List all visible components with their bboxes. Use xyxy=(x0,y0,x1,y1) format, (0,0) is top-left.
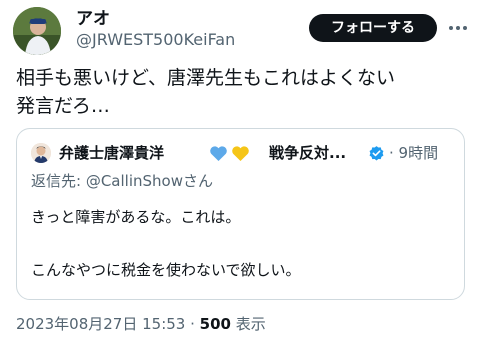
yellow-heart-icon xyxy=(232,146,249,162)
tweet-meta: 2023年08月27日 15:53 · 500 表示 xyxy=(16,314,266,334)
quoted-text-line-2: こんなやつに税金を使わないで欲しい。 xyxy=(31,261,301,279)
views-count: 500 xyxy=(199,315,231,333)
quoted-reply-to: 返信先: @CallinShowさん xyxy=(31,171,213,191)
follow-button[interactable]: フォローする xyxy=(309,14,437,42)
quoted-author-name: 弁護士唐澤貴洋 xyxy=(59,144,165,162)
quoted-tweet-time[interactable]: · 9時間 xyxy=(389,143,438,163)
author-display-name[interactable]: アオ xyxy=(76,9,110,29)
blue-heart-icon xyxy=(210,146,227,162)
tweet-text-line-2: 発言だろ… xyxy=(16,95,110,117)
verified-badge-icon xyxy=(369,146,384,161)
meta-separator: · xyxy=(185,315,200,333)
quoted-author-name-suffix: 戦争反対... xyxy=(269,144,347,162)
tweet-text-line-1: 相手も悪いけど、唐澤先生もこれはよくない xyxy=(16,67,396,89)
author-handle[interactable]: @JRWEST500KeiFan xyxy=(76,30,235,50)
reply-prefix: 返信先: xyxy=(31,172,86,190)
quoted-author-avatar xyxy=(31,143,51,163)
reply-mention-link[interactable]: @CallinShowさん xyxy=(86,172,213,190)
quoted-tweet-card[interactable]: 弁護士唐澤貴洋 戦争反対... · 9時間 返信先: @CallinShowさん… xyxy=(16,128,465,300)
more-dots-icon[interactable] xyxy=(446,16,470,40)
tweet-timestamp[interactable]: 2023年08月27日 15:53 xyxy=(16,315,185,333)
views-label: 表示 xyxy=(230,315,266,333)
quoted-text-line-1: きっと障害があるな。これは。 xyxy=(31,208,241,226)
tweet-text: 相手も悪いけど、唐澤先生もこれはよくない 発言だろ… xyxy=(16,64,466,120)
author-avatar[interactable] xyxy=(13,7,61,55)
